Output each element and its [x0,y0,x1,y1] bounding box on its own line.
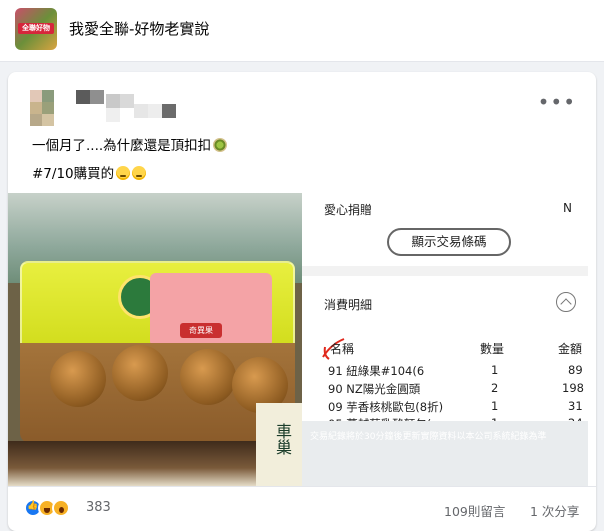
receipt-item-qty: 2 [491,381,499,395]
receipt-item-qty: 1 [491,363,499,377]
post-photo-receipt[interactable]: 愛心捐贈 N 顯示交易條碼 消費明細 名稱 數量 金額 91 紐綠果#104(6… [302,193,588,486]
author-name-blurred[interactable] [76,90,186,122]
post-text-line1: 一個月了....為什麼還是頂扣扣 [32,134,228,154]
donation-value: N [563,201,572,215]
receipt-item-qty: 1 [491,399,499,413]
group-name[interactable]: 我愛全聯-好物老實說 [69,18,209,39]
shares-count-link[interactable]: 1 次分享 [530,501,579,520]
column-qty-header: 數量 [480,342,505,356]
more-options-icon[interactable]: ••• [538,92,576,112]
worried-emoji-icon [116,166,131,180]
chevron-up-icon [556,292,576,312]
confused-emoji-icon [132,166,147,180]
group-avatar[interactable]: 全聯好物 [15,8,57,50]
receipt-item-name: 91 紐綠果#104(6 [328,364,425,378]
reactions-count: 383 [86,500,111,515]
receipt-item-amount: 31 [568,399,583,413]
receipt-item-amount: 198 [562,381,584,395]
comments-count-link[interactable]: 109則留言 [444,501,505,520]
photo-sign-text: 車巢 [273,423,292,455]
receipt-item-name: 90 NZ陽光金圓頭 [328,382,421,396]
column-name-header: 名稱 [330,342,355,356]
group-header: 全聯好物 我愛全聯-好物老實說 [0,0,604,62]
donation-label: 愛心捐贈 [324,203,373,217]
wow-reaction-icon [52,499,70,517]
kiwi-emoji-icon [213,138,228,152]
group-avatar-tag: 全聯好物 [18,23,54,34]
post-text-line2: #7/10購買的 [32,162,147,182]
post-divider [8,486,596,487]
post-card: ••• 一個月了....為什麼還是頂扣扣 #7/10購買的 奇異果 車巢 愛心捐… [8,72,596,531]
receipt-divider-band [302,266,588,276]
receipt-item-amount: 89 [568,363,583,377]
receipt-item-name: 09 芋香核桃歐包(8折) [328,400,444,414]
show-barcode-button: 顯示交易條碼 [387,228,511,256]
column-amount-header: 金額 [558,342,583,356]
receipt-footer-note: 交易紀錄將於30分鐘後更新實際資料以本公司系統紀錄為準 [310,432,547,442]
post-photo-kiwi-box[interactable]: 奇異果 車巢 [8,193,302,486]
author-avatar[interactable] [30,90,66,126]
receipt-section-title: 消費明細 [324,298,373,312]
